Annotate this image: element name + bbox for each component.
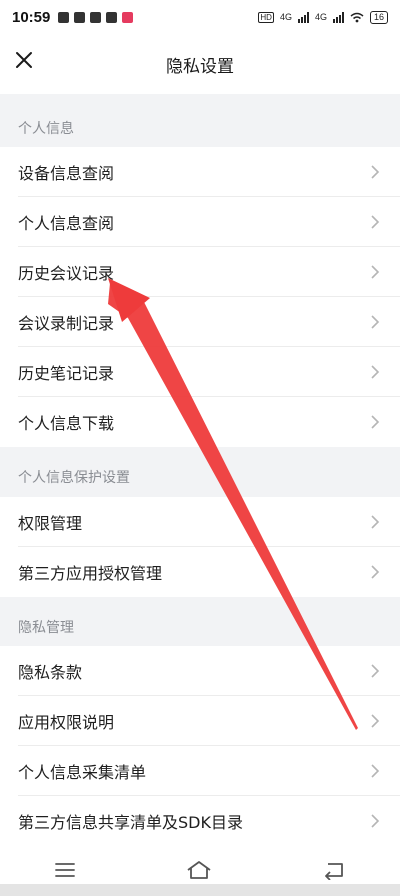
row-permission-management[interactable]: 权限管理: [0, 497, 400, 547]
row-device-info[interactable]: 设备信息查阅: [0, 147, 400, 197]
wifi-icon: [350, 12, 364, 22]
qq-icon: [74, 11, 86, 23]
row-privacy-terms[interactable]: 隐私条款: [0, 646, 400, 696]
close-icon[interactable]: [12, 48, 36, 72]
nav-bar: 隐私设置: [0, 34, 400, 94]
chevron-right-icon: [371, 565, 380, 579]
row-label: 权限管理: [18, 514, 83, 533]
row-sharing-sdk-list[interactable]: 第三方信息共享清单及SDK目录: [0, 796, 400, 846]
row-app-permissions[interactable]: 应用权限说明: [0, 696, 400, 746]
section-header-protection: 个人信息保护设置: [0, 452, 400, 502]
row-collection-list[interactable]: 个人信息采集清单: [0, 746, 400, 796]
tiktok-icon: [90, 11, 102, 23]
chevron-right-icon: [371, 814, 380, 828]
status-bar: 10:59 HD 4G 4G 16: [0, 0, 400, 34]
row-label: 个人信息采集清单: [18, 763, 147, 782]
row-label: 第三方信息共享清单及SDK目录: [18, 813, 243, 832]
row-personal-info[interactable]: 个人信息查阅: [0, 197, 400, 247]
chevron-right-icon: [371, 215, 380, 229]
row-meeting-history[interactable]: 历史会议记录: [0, 247, 400, 297]
battery-icon: 16: [369, 10, 388, 24]
chevron-right-icon: [371, 415, 380, 429]
row-label: 第三方应用授权管理: [18, 564, 163, 583]
app-notification-icon: [58, 11, 70, 23]
chevron-right-icon: [371, 165, 380, 179]
row-label: 历史笔记记录: [18, 364, 115, 383]
row-label: 应用权限说明: [18, 713, 115, 732]
network-label-1: 4G: [279, 12, 292, 22]
status-right: HD 4G 4G 16: [258, 10, 388, 24]
notification-icons: [58, 11, 134, 23]
chevron-right-icon: [371, 515, 380, 529]
chevron-right-icon: [371, 265, 380, 279]
section-header-privacy: 隐私管理: [0, 602, 400, 652]
chevron-right-icon: [371, 315, 380, 329]
back-icon[interactable]: [322, 860, 346, 880]
row-label: 设备信息查阅: [18, 164, 115, 183]
network-label-2: 4G: [314, 12, 327, 22]
row-info-download[interactable]: 个人信息下载: [0, 397, 400, 447]
app-icon: [106, 11, 118, 23]
app-red-icon: [122, 11, 134, 23]
chevron-right-icon: [371, 714, 380, 728]
page-title: 隐私设置: [166, 56, 234, 77]
chevron-right-icon: [371, 365, 380, 379]
menu-icon[interactable]: [54, 862, 76, 878]
row-label: 隐私条款: [18, 663, 83, 682]
section-header-personal-info: 个人信息: [0, 103, 400, 153]
row-third-party-auth[interactable]: 第三方应用授权管理: [0, 547, 400, 597]
hd-icon: HD: [258, 11, 274, 23]
signal-icon: [297, 11, 309, 23]
status-time: 10:59: [12, 8, 51, 26]
bottom-strip: [0, 884, 400, 896]
signal-icon-2: [332, 11, 344, 23]
row-label: 个人信息下载: [18, 414, 115, 433]
chevron-right-icon: [371, 664, 380, 678]
row-notes-history[interactable]: 历史笔记记录: [0, 347, 400, 397]
chevron-right-icon: [371, 764, 380, 778]
row-label: 会议录制记录: [18, 314, 115, 333]
row-label: 个人信息查阅: [18, 214, 115, 233]
row-label: 历史会议记录: [18, 264, 115, 283]
home-icon[interactable]: [185, 860, 213, 880]
row-meeting-recordings[interactable]: 会议录制记录: [0, 297, 400, 347]
